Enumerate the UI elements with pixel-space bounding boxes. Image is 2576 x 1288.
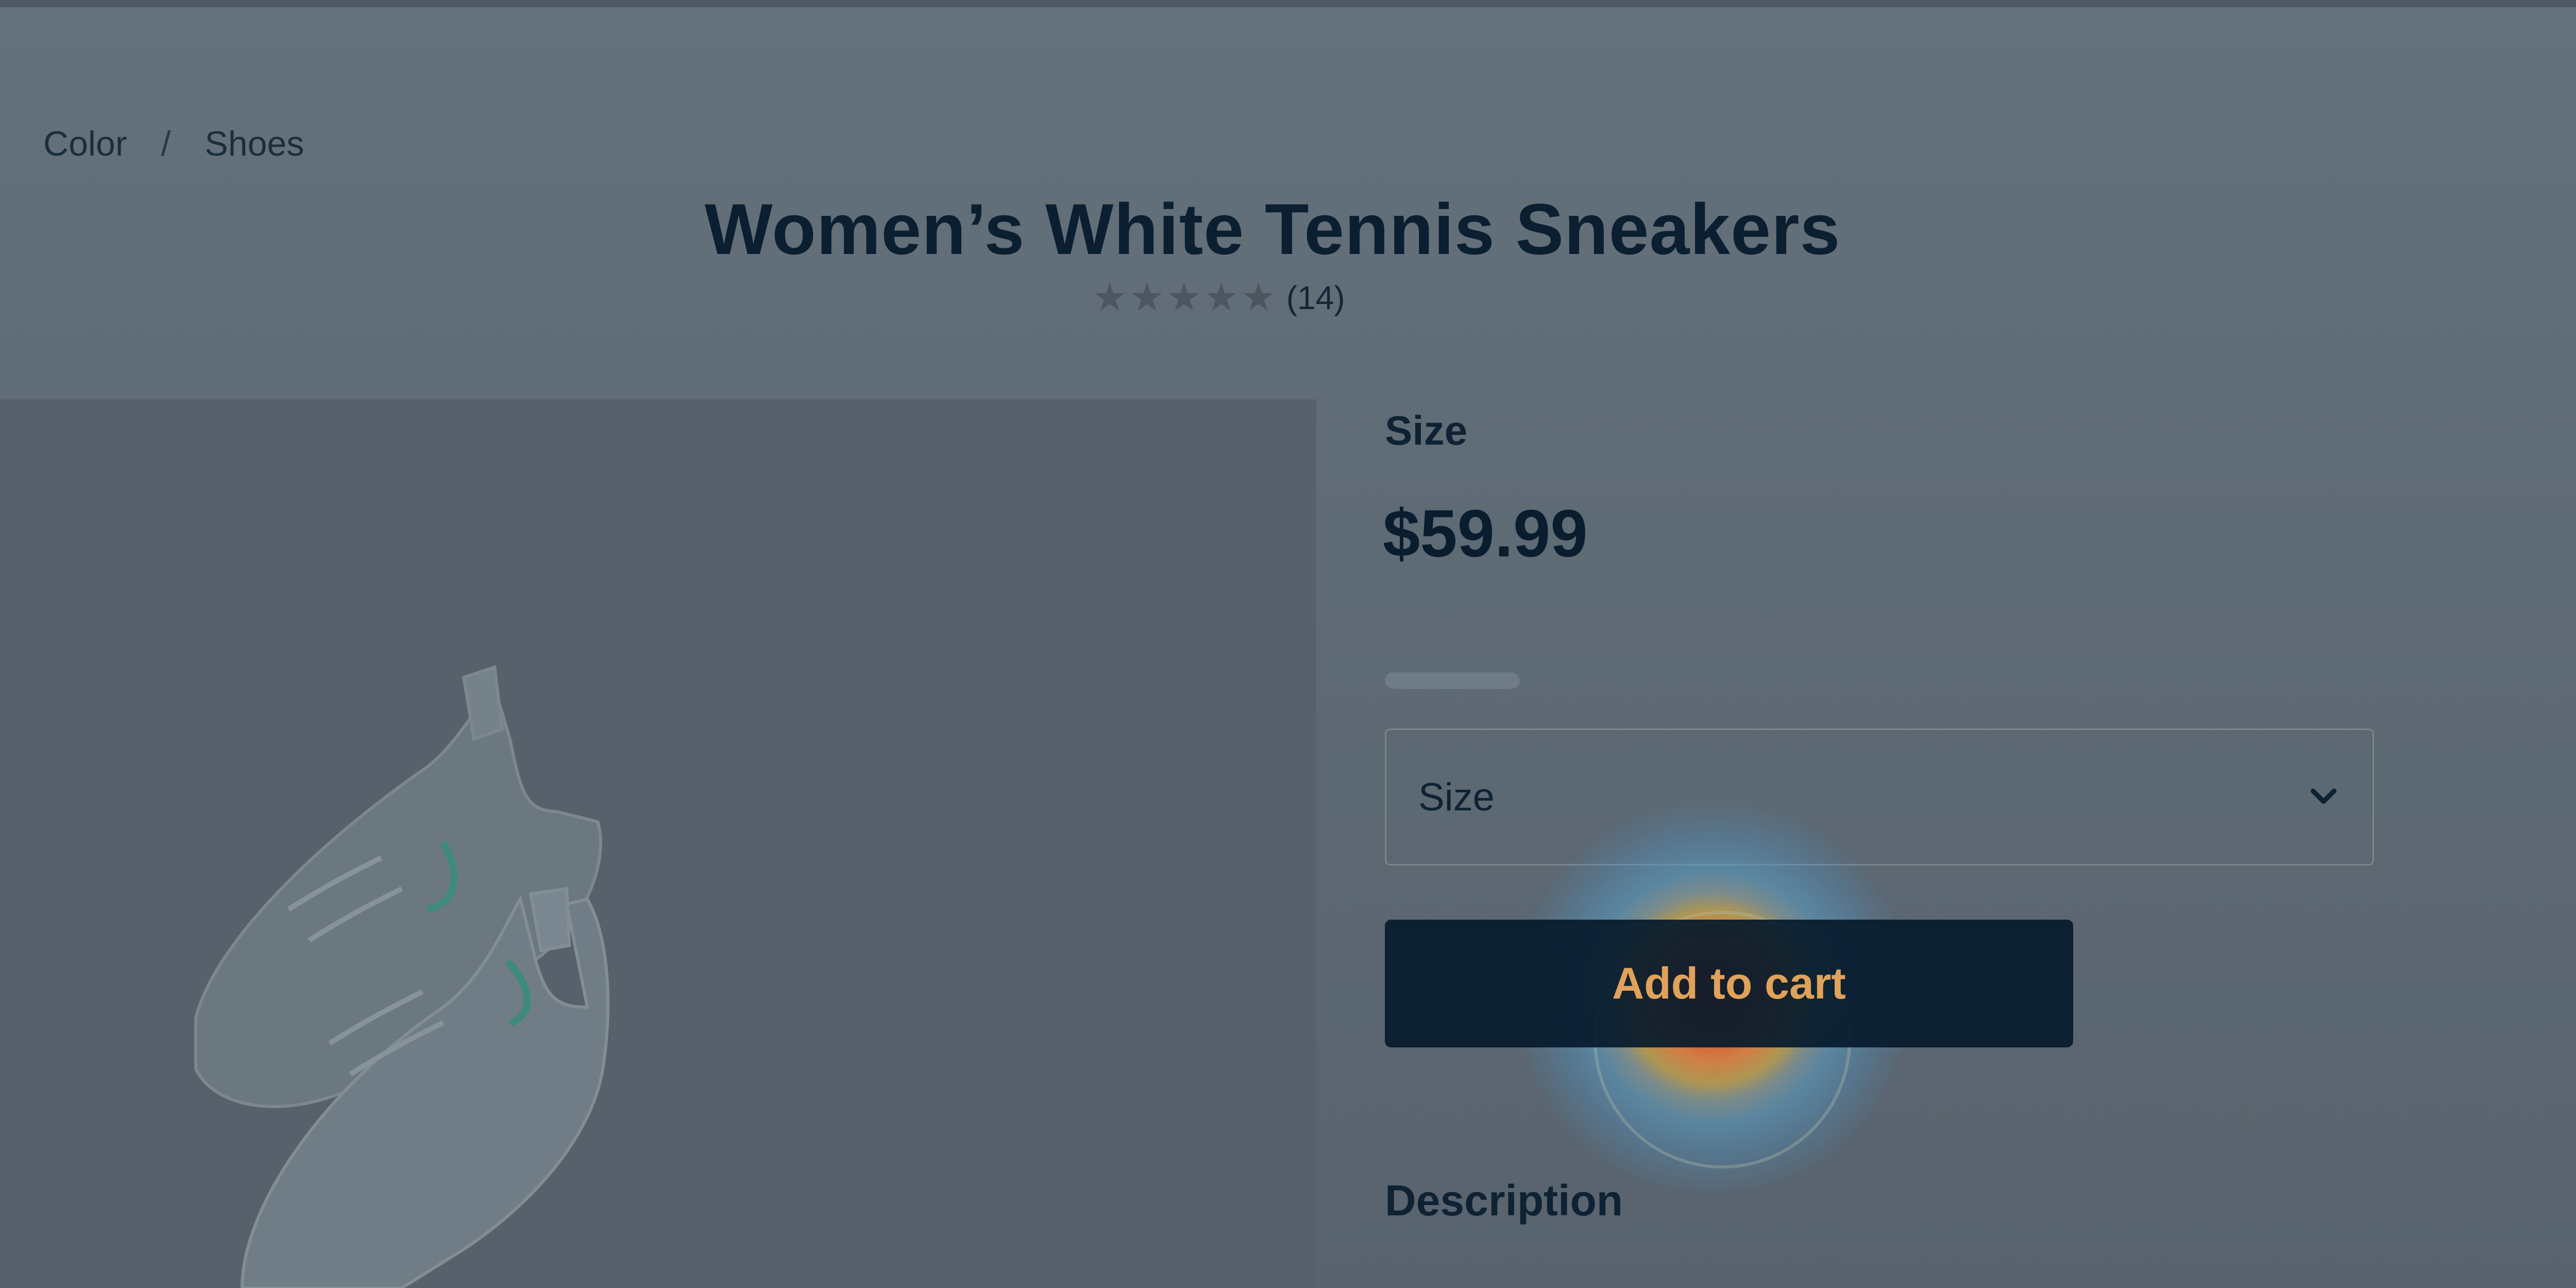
product-image: [0, 399, 1316, 1288]
breadcrumb-item-shoes[interactable]: Shoes: [205, 124, 304, 164]
star-icon: ★: [1204, 276, 1239, 319]
top-strip: [0, 0, 2576, 7]
description-heading: Description: [1385, 1176, 1623, 1225]
rating-stars: ★ ★ ★ ★ ★: [1092, 278, 1276, 317]
star-icon: ★: [1129, 276, 1165, 319]
star-icon: ★: [1092, 276, 1128, 319]
size-select[interactable]: Size: [1385, 728, 2374, 866]
add-to-cart-button[interactable]: Add to cart: [1385, 920, 2073, 1047]
size-select-value: Size: [1418, 775, 1495, 819]
breadcrumb: Color / Shoes: [43, 124, 304, 164]
breadcrumb-separator: /: [161, 124, 171, 163]
star-icon: ★: [1166, 276, 1202, 319]
add-to-cart-label: Add to cart: [1612, 958, 1846, 1008]
breadcrumb-item-color[interactable]: Color: [43, 124, 127, 164]
star-icon: ★: [1241, 276, 1276, 319]
rating[interactable]: ★ ★ ★ ★ ★ (14): [1092, 278, 1345, 317]
loading-placeholder: [1385, 672, 1520, 689]
chevron-down-icon: [2310, 788, 2337, 804]
size-heading: Size: [1385, 408, 1468, 453]
price: $59.99: [1383, 496, 1588, 571]
review-count[interactable]: (14): [1286, 279, 1345, 317]
product-title: Women’s White Tennis Sneakers: [704, 188, 1841, 269]
product-page: Color / Shoes Women’s White Tennis Sneak…: [0, 0, 2576, 1288]
sneakers-illustration: [194, 665, 609, 1288]
